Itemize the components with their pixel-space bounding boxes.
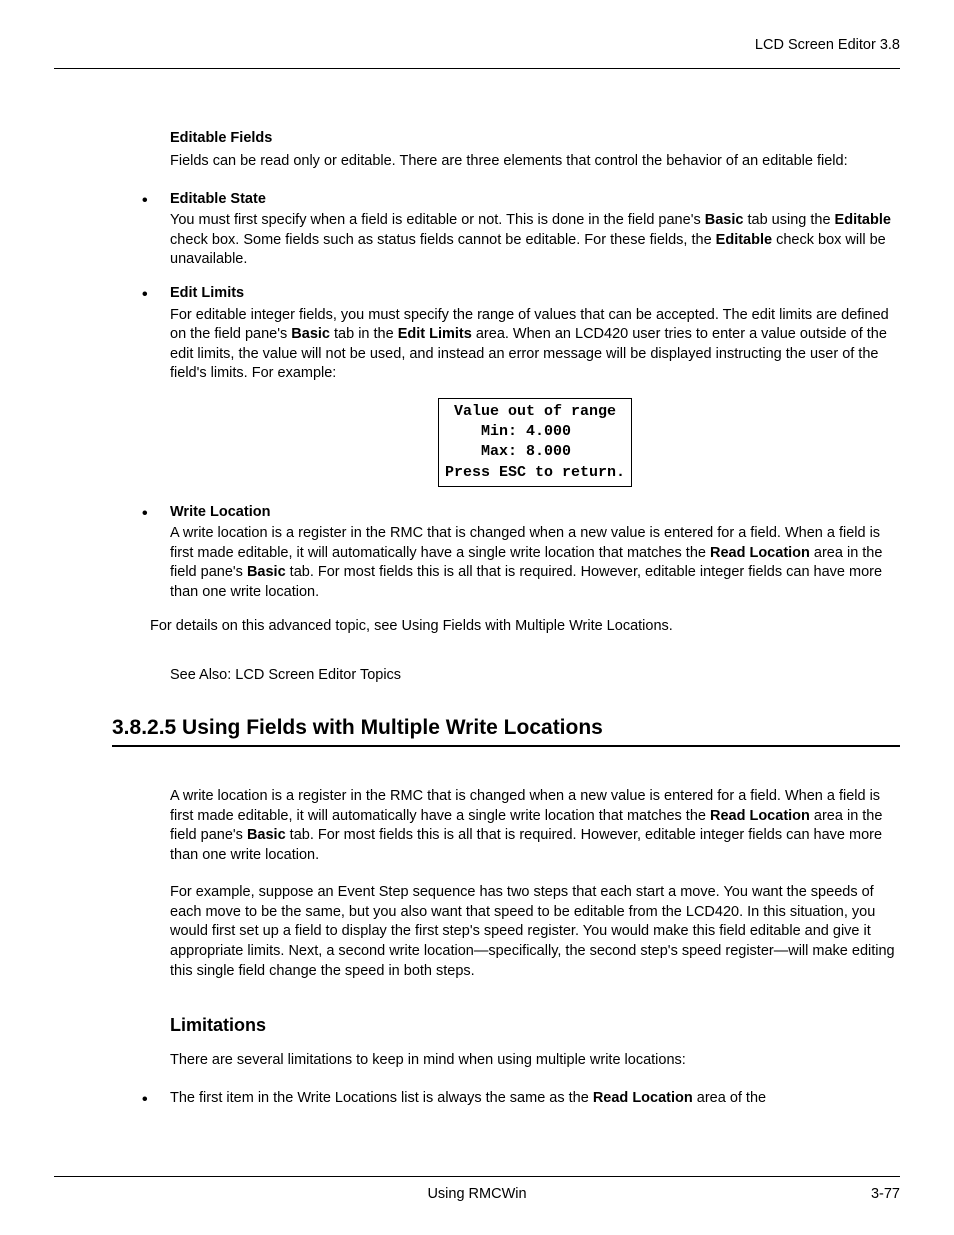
text-fragment: area of the (693, 1090, 766, 1106)
page-footer: Using RMCWin 3-77 (54, 1176, 900, 1205)
bullet-title: Editable State (170, 190, 900, 210)
page-header: LCD Screen Editor 3.8 (54, 0, 900, 69)
editable-fields-heading: Editable Fields (112, 129, 900, 149)
text-fragment: check box. Some fields such as status fi… (170, 232, 716, 248)
bullet-body: The first item in the Write Locations li… (170, 1090, 766, 1106)
bullet-title: Edit Limits (170, 284, 900, 304)
header-right-text: LCD Screen Editor 3.8 (755, 37, 900, 53)
intro-paragraph: Fields can be read only or editable. The… (112, 152, 900, 172)
bold-editable: Editable (716, 232, 772, 248)
limitations-intro: There are several limitations to keep in… (112, 1051, 900, 1071)
details-paragraph: For details on this advanced topic, see … (112, 617, 900, 637)
limitations-heading: Limitations (112, 1013, 900, 1037)
see-also-line: See Also: LCD Screen Editor Topics (112, 666, 900, 686)
bold-read-location: Read Location (593, 1090, 693, 1106)
text-fragment: tab using the (743, 212, 834, 228)
bold-basic: Basic (705, 212, 744, 228)
text-fragment: The first item in the Write Locations li… (170, 1090, 593, 1106)
lcd-line-2: Min: 4.000 (445, 423, 625, 440)
limitation-bullet-1: The first item in the Write Locations li… (150, 1089, 900, 1109)
section2-para2: For example, suppose an Event Step seque… (112, 883, 900, 981)
bullet-list-1: Editable State You must first specify wh… (112, 190, 900, 603)
bullet-editable-state: Editable State You must first specify wh… (150, 190, 900, 270)
bullet-body: You must first specify when a field is e… (170, 211, 900, 270)
section-heading-multiple-write: 3.8.2.5 Using Fields with Multiple Write… (112, 714, 900, 747)
lcd-example-container: Value out of range Min: 4.000 Max: 8.000… (170, 398, 900, 487)
section2-para1: A write location is a register in the RM… (112, 787, 900, 865)
bullet-body: For editable integer fields, you must sp… (170, 306, 900, 384)
lcd-line-3: Max: 8.000 (445, 443, 625, 460)
footer-center-text: Using RMCWin (427, 1185, 526, 1205)
lcd-line-1: Value out of range (445, 403, 625, 420)
bold-basic: Basic (247, 827, 286, 843)
bullet-body: A write location is a register in the RM… (170, 524, 900, 602)
footer-page-number: 3-77 (871, 1185, 900, 1205)
bold-editable: Editable (835, 212, 891, 228)
text-fragment: You must first specify when a field is e… (170, 212, 705, 228)
main-content: Editable Fields Fields can be read only … (54, 129, 900, 1109)
bold-basic: Basic (291, 326, 330, 342)
bold-basic: Basic (247, 564, 286, 580)
bullet-title: Write Location (170, 503, 900, 523)
bold-read-location: Read Location (710, 808, 810, 824)
lcd-line-4: Press ESC to return. (445, 464, 625, 481)
bold-read-location: Read Location (710, 545, 810, 561)
bullet-write-location: Write Location A write location is a reg… (150, 503, 900, 603)
lcd-display-box: Value out of range Min: 4.000 Max: 8.000… (438, 398, 632, 487)
bullet-list-2: The first item in the Write Locations li… (112, 1089, 900, 1109)
bold-edit-limits: Edit Limits (398, 326, 472, 342)
text-fragment: tab in the (330, 326, 398, 342)
bullet-edit-limits: Edit Limits For editable integer fields,… (150, 284, 900, 487)
